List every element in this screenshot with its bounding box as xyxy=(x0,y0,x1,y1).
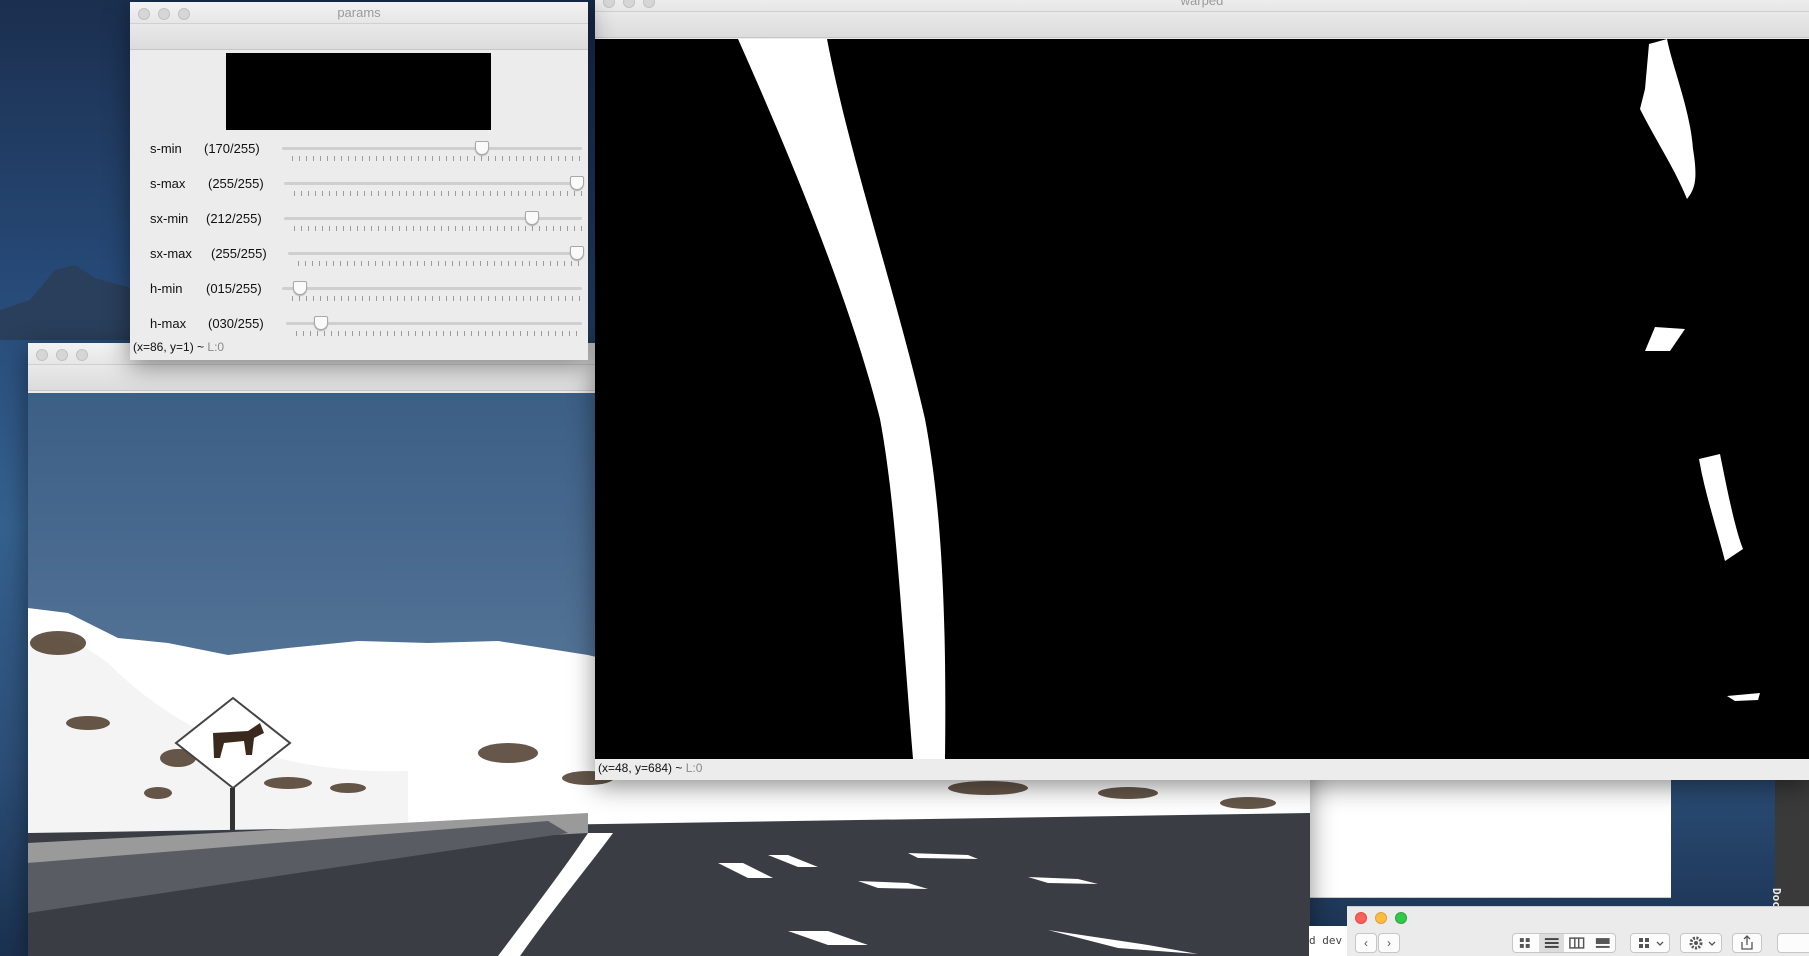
warped-window[interactable]: warped (x=48, y=684) ~ L:0 xyxy=(595,0,1809,780)
slider-track[interactable] xyxy=(284,182,582,185)
slider-value: (015/255) xyxy=(206,281,262,296)
group-by-button[interactable] xyxy=(1630,933,1670,953)
terminal-text: d dev xyxy=(1309,934,1343,947)
minimize-button[interactable] xyxy=(623,0,635,8)
slider-track[interactable] xyxy=(282,287,582,290)
slider-row-s-min: s-min (170/255) xyxy=(130,141,588,171)
desktop-mountain-silhouette xyxy=(0,265,140,340)
slider-track[interactable] xyxy=(288,252,582,255)
share-icon xyxy=(1741,935,1753,950)
back-button[interactable]: ‹ xyxy=(1355,933,1377,953)
back-arrow-icon: ‹ xyxy=(1364,936,1368,950)
cursor-coords: (x=48, y=684) ~ xyxy=(598,761,683,775)
close-button[interactable] xyxy=(138,8,150,20)
slider-row-sx-min: sx-min (212/255) xyxy=(130,211,588,241)
close-button[interactable] xyxy=(36,349,48,361)
slider-label: h-min xyxy=(150,281,183,296)
gallery-view-icon[interactable] xyxy=(1590,934,1616,952)
slider-row-s-max: s-max (255/255) xyxy=(130,176,588,206)
slider-row-h-min: h-min (015/255) xyxy=(130,281,588,311)
slider-ticks xyxy=(296,331,582,336)
warped-window-toolbar xyxy=(595,12,1809,38)
slider-label: h-max xyxy=(150,316,187,331)
slider-ticks xyxy=(294,226,582,231)
minimize-button[interactable] xyxy=(56,349,68,361)
slider-label: sx-max xyxy=(150,246,192,261)
tags-button[interactable] xyxy=(1777,933,1809,953)
slider-thumb[interactable] xyxy=(475,141,490,155)
slider-thumb[interactable] xyxy=(292,281,307,295)
slider-track[interactable] xyxy=(286,322,582,325)
forward-arrow-icon: › xyxy=(1387,936,1391,950)
slider-ticks xyxy=(294,191,582,196)
params-window-toolbar xyxy=(130,24,588,50)
slider-label: s-min xyxy=(150,141,182,156)
grid-group-icon xyxy=(1639,938,1664,948)
icon-view-icon[interactable] xyxy=(1513,934,1539,952)
view-mode-control[interactable] xyxy=(1512,933,1616,953)
slider-track[interactable] xyxy=(282,147,582,150)
slider-thumb[interactable] xyxy=(524,211,539,225)
share-button[interactable] xyxy=(1732,933,1762,953)
zoom-button[interactable] xyxy=(1395,912,1407,924)
close-button[interactable] xyxy=(603,0,615,8)
window-title: params xyxy=(337,5,381,20)
close-button[interactable] xyxy=(1355,912,1367,924)
zoom-button[interactable] xyxy=(643,0,655,8)
slider-row-sx-max: sx-max (255/255) xyxy=(130,246,588,276)
zoom-button[interactable] xyxy=(178,8,190,20)
zoom-button[interactable] xyxy=(76,349,88,361)
slider-value: (255/255) xyxy=(211,246,267,261)
minimize-button[interactable] xyxy=(158,8,170,20)
documentation-tab[interactable]: Documentation xyxy=(1770,778,1809,956)
warped-status-bar: (x=48, y=684) ~ L:0 xyxy=(598,761,702,775)
warped-binary-image[interactable] xyxy=(595,39,1809,759)
forward-button[interactable]: › xyxy=(1378,933,1400,953)
minimize-button[interactable] xyxy=(1375,912,1387,924)
params-status-bar: (x=86, y=1) ~ L:0 xyxy=(133,340,224,354)
warped-window-titlebar[interactable]: warped xyxy=(595,0,1809,12)
slider-label: s-max xyxy=(150,176,186,191)
window-title: warped xyxy=(1180,0,1224,8)
params-preview-image xyxy=(226,53,491,130)
action-button[interactable] xyxy=(1680,933,1722,953)
finder-window[interactable]: ‹ › xyxy=(1347,906,1809,956)
slider-value: (030/255) xyxy=(208,316,264,331)
list-view-icon[interactable] xyxy=(1538,934,1565,952)
gear-icon xyxy=(1689,936,1716,950)
xcode-editor-fragment xyxy=(1309,778,1671,898)
terminal-fragment: d dev xyxy=(1309,926,1349,956)
slider-value: (255/255) xyxy=(208,176,264,191)
slider-ticks xyxy=(292,156,582,161)
slider-ticks xyxy=(298,261,582,266)
column-view-icon[interactable] xyxy=(1564,934,1590,952)
params-window-titlebar[interactable]: params xyxy=(130,2,588,24)
slider-label: sx-min xyxy=(150,211,189,226)
slider-thumb[interactable] xyxy=(570,176,584,190)
level-readout: L:0 xyxy=(685,761,703,775)
slider-value: (170/255) xyxy=(204,141,260,156)
slider-thumb[interactable] xyxy=(313,316,328,330)
slider-ticks xyxy=(292,296,582,301)
cursor-coords: (x=86, y=1) ~ xyxy=(133,340,205,354)
slider-thumb[interactable] xyxy=(570,246,584,260)
level-readout: L:0 xyxy=(207,340,225,354)
slider-value: (212/255) xyxy=(206,211,262,226)
params-window[interactable]: params s-min (170/255) s-max (255/255) sx-mi… xyxy=(130,2,588,360)
